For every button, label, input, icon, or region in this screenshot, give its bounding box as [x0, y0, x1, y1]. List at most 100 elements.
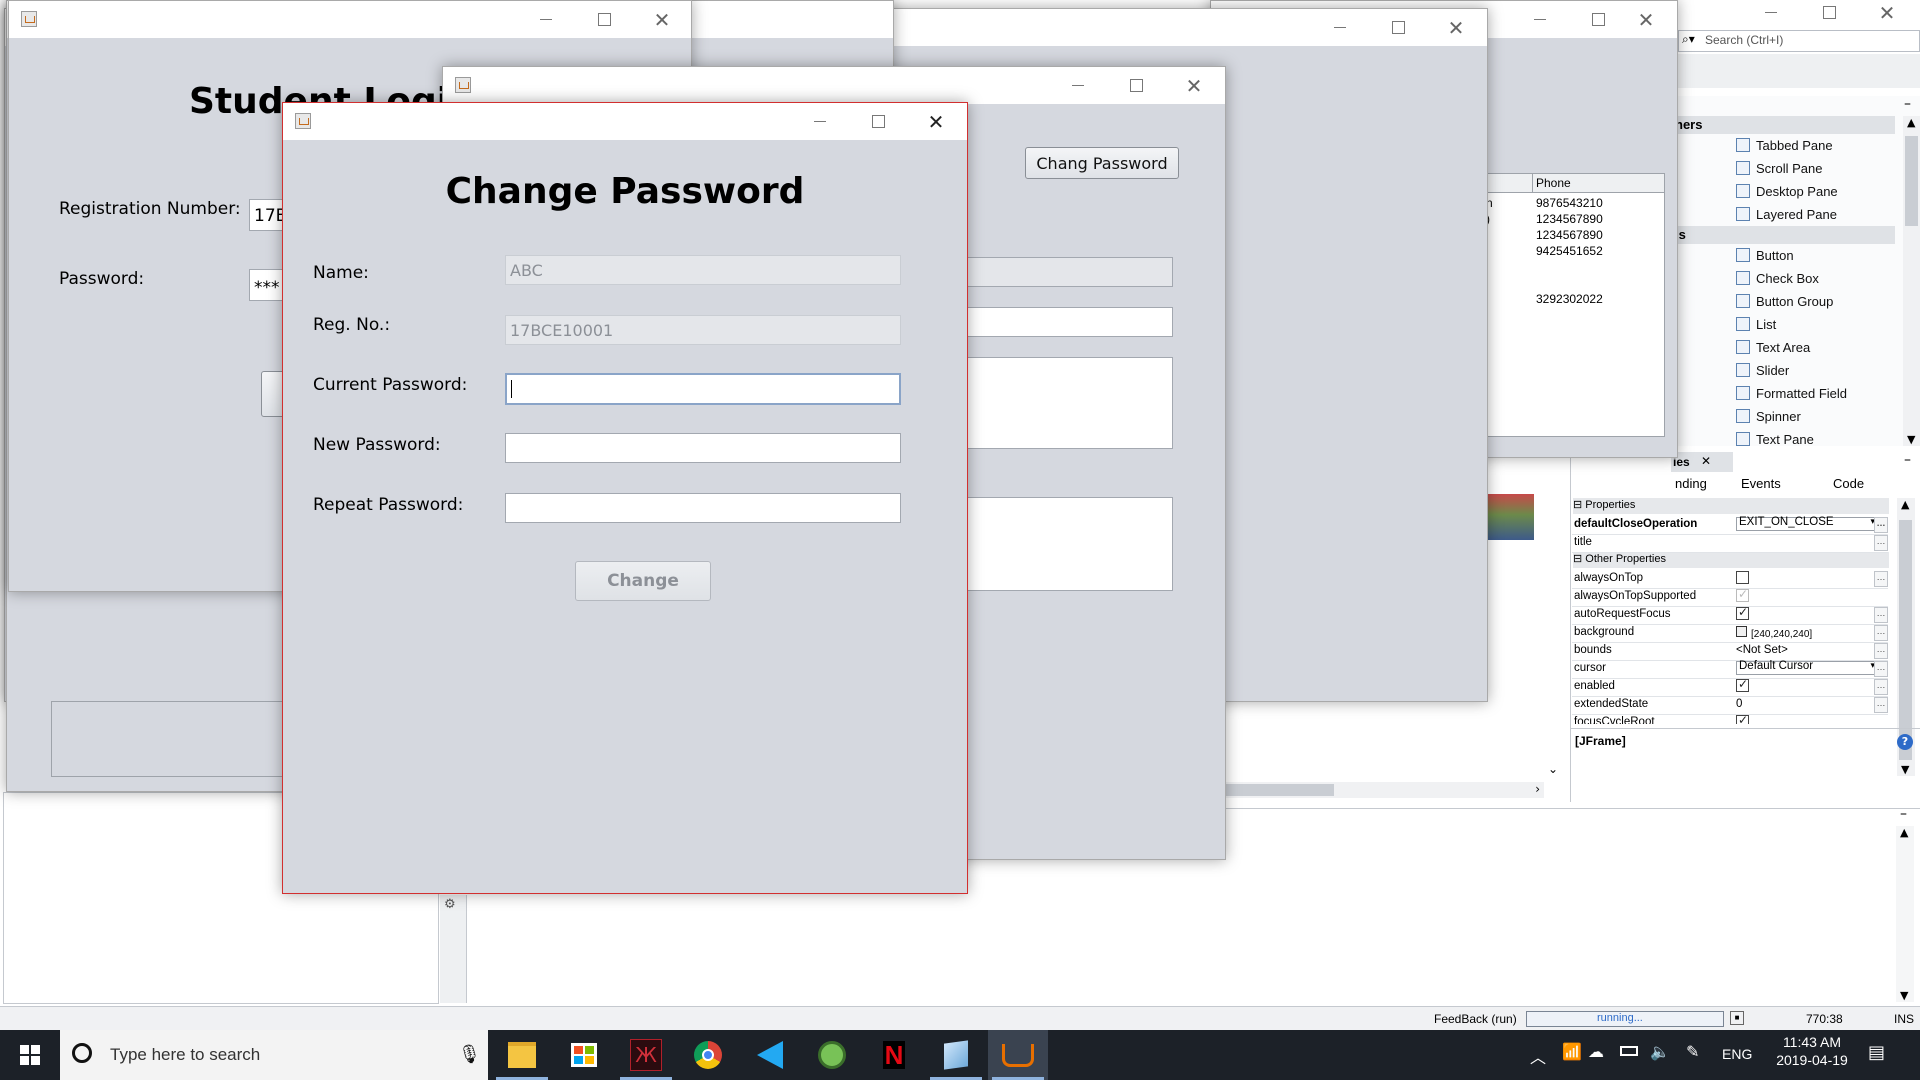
current-password-field[interactable]: [505, 373, 901, 405]
table-row[interactable]: 1234567890: [1536, 228, 1603, 242]
property-editor-button[interactable]: …: [1874, 697, 1888, 713]
help-icon[interactable]: ?: [1897, 734, 1913, 750]
property-row[interactable]: autoRequestFocus…: [1572, 605, 1888, 625]
volume-icon[interactable]: 🔈: [1650, 1042, 1670, 1061]
minimize-button[interactable]: [1511, 1, 1569, 38]
maximize-button[interactable]: [1107, 67, 1165, 104]
property-editor-button[interactable]: …: [1874, 607, 1888, 623]
game-icon[interactable]: Ж: [616, 1030, 676, 1080]
palette-item[interactable]: Button Group: [1736, 290, 1833, 312]
run-progress-bar[interactable]: running...: [1526, 1011, 1724, 1027]
palette-item[interactable]: List: [1736, 313, 1776, 335]
repeat-password-field[interactable]: [505, 493, 901, 523]
table-row[interactable]: 1234567890: [1536, 212, 1603, 226]
dashboard-textarea-2[interactable]: [963, 497, 1173, 591]
property-row[interactable]: extendedState 0…: [1572, 696, 1888, 715]
palette-scroll-thumb[interactable]: [1905, 136, 1918, 226]
palette-section-controls[interactable]: ls: [1673, 226, 1895, 244]
property-editor-button[interactable]: …: [1874, 661, 1888, 677]
auto-request-focus-checkbox[interactable]: [1736, 605, 1749, 620]
close-button[interactable]: ✕: [1617, 1, 1675, 38]
change-button[interactable]: Change: [575, 561, 711, 601]
minimize-button[interactable]: [1311, 9, 1369, 46]
show-hidden-icons-icon[interactable]: ︿: [1530, 1044, 1546, 1068]
file-explorer-icon[interactable]: [492, 1030, 552, 1080]
always-on-top-checkbox[interactable]: [1736, 571, 1749, 584]
palette-item[interactable]: Scroll Pane: [1736, 157, 1822, 179]
box-app-icon[interactable]: [926, 1030, 986, 1080]
battery-icon[interactable]: [1620, 1046, 1638, 1056]
netflix-icon[interactable]: N: [864, 1030, 924, 1080]
property-editor-button[interactable]: …: [1874, 517, 1888, 533]
property-row[interactable]: cursor Default Cursor ▾…: [1572, 660, 1888, 679]
property-editor-button[interactable]: …: [1874, 679, 1888, 695]
props-section-other[interactable]: ⊟ Other Properties: [1573, 552, 1889, 568]
close-button[interactable]: ✕: [1165, 67, 1223, 104]
output-tool-icon[interactable]: ⚙: [444, 897, 456, 912]
ide-minimize-button[interactable]: [1742, 0, 1800, 31]
chrome-icon[interactable]: [678, 1030, 738, 1080]
table-row[interactable]: 9876543210: [1536, 196, 1603, 210]
new-password-field[interactable]: [505, 433, 901, 463]
store-icon[interactable]: [554, 1030, 614, 1080]
pen-icon[interactable]: ✎: [1686, 1042, 1699, 1061]
palette-item[interactable]: Spinner: [1736, 405, 1801, 427]
palette-section-containers[interactable]: ners: [1673, 116, 1895, 134]
palette-item[interactable]: Desktop Pane: [1736, 180, 1838, 202]
property-row[interactable]: background [240,240,240]…: [1572, 624, 1888, 643]
taskbar-search-box[interactable]: Type here to search 🎙: [60, 1030, 488, 1080]
palette-scrollbar[interactable]: ▲ ▼: [1903, 116, 1920, 446]
palette-item[interactable]: Formatted Field: [1736, 382, 1847, 404]
property-row[interactable]: defaultCloseOperation EXIT_ON_CLOSE ▾…: [1572, 516, 1888, 535]
minimize-button[interactable]: [1049, 67, 1107, 104]
property-row[interactable]: title…: [1572, 534, 1888, 553]
scroll-up-icon[interactable]: ▲: [1901, 498, 1909, 511]
scroll-up-icon[interactable]: ▲: [1907, 116, 1915, 129]
palette-item[interactable]: Tabbed Pane: [1736, 134, 1833, 156]
dashboard-field-1[interactable]: [963, 257, 1173, 287]
close-button[interactable]: ✕: [907, 103, 965, 140]
output-panel-minimize-icon[interactable]: –: [1900, 806, 1907, 822]
start-button[interactable]: [0, 1030, 60, 1080]
properties-tab[interactable]: ies ✕: [1671, 452, 1733, 472]
ide-maximize-button[interactable]: [1800, 0, 1858, 31]
props-tab-code[interactable]: Code: [1833, 476, 1864, 491]
enabled-checkbox[interactable]: [1736, 677, 1749, 692]
property-editor-button[interactable]: …: [1874, 571, 1888, 587]
android-studio-icon[interactable]: [802, 1030, 862, 1080]
property-row[interactable]: alwaysOnTopSupported: [1572, 587, 1888, 607]
vscode-icon[interactable]: [740, 1030, 800, 1080]
scroll-up-icon[interactable]: ▲: [1900, 826, 1908, 839]
chang-password-button[interactable]: Chang Password: [1025, 147, 1179, 179]
property-row[interactable]: focusCycleRoot: [1572, 714, 1888, 724]
props-section-properties[interactable]: ⊟ Properties: [1573, 498, 1889, 514]
java-icon[interactable]: [988, 1030, 1048, 1080]
language-indicator[interactable]: ENG: [1722, 1046, 1752, 1062]
maximize-button[interactable]: [1369, 9, 1427, 46]
notifications-icon[interactable]: ▤: [1868, 1042, 1885, 1063]
scroll-right-icon[interactable]: ›: [1535, 782, 1540, 796]
ide-search-box[interactable]: ⌕▾ Search (Ctrl+I): [1678, 30, 1920, 52]
maximize-button[interactable]: [849, 103, 907, 140]
palette-item[interactable]: Button: [1736, 244, 1794, 266]
palette-item[interactable]: Text Pane: [1736, 428, 1814, 450]
microphone-icon[interactable]: 🎙: [458, 1044, 481, 1065]
output-scrollbar[interactable]: ▲ ▼: [1896, 826, 1914, 1002]
palette-item[interactable]: Slider: [1736, 359, 1789, 381]
property-editor-button[interactable]: …: [1874, 643, 1888, 659]
close-button[interactable]: ✕: [1427, 9, 1485, 46]
minimize-button[interactable]: [791, 103, 849, 140]
designer-scroll-arrow[interactable]: ⌄: [1548, 762, 1558, 776]
clock[interactable]: 11:43 AM 2019-04-19: [1764, 1034, 1860, 1068]
maximize-button[interactable]: [575, 1, 633, 38]
dashboard-textarea-1[interactable]: [963, 357, 1173, 449]
stop-icon[interactable]: ■: [1730, 1011, 1744, 1025]
property-row[interactable]: enabled…: [1572, 677, 1888, 697]
close-icon[interactable]: ✕: [1701, 454, 1711, 468]
property-row[interactable]: alwaysOnTop…: [1572, 570, 1888, 589]
props-tab-binding[interactable]: nding: [1675, 476, 1707, 491]
focus-cycle-root-checkbox[interactable]: [1736, 714, 1749, 724]
properties-minimize-icon[interactable]: –: [1904, 452, 1911, 468]
network-icon[interactable]: 📶: [1562, 1042, 1582, 1061]
property-editor-button[interactable]: …: [1874, 535, 1888, 551]
